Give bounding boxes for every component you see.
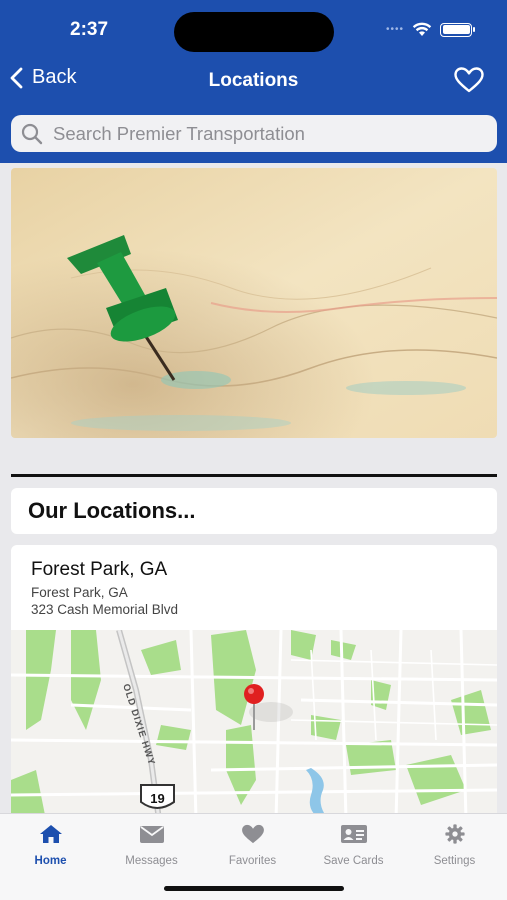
battery-icon [440,22,475,37]
section-title: Our Locations... [28,498,196,523]
nav-bar: Back Locations [0,62,507,100]
home-icon [39,825,62,843]
location-map[interactable]: OLD DIXIE HWY 19 [11,630,497,813]
heart-outline-icon [454,67,484,93]
gear-icon [444,824,465,844]
status-icons: •••• [385,22,475,37]
scroll-content[interactable]: Our Locations... Forest Park, GA Forest … [0,163,507,813]
search-icon [21,123,43,144]
tab-label-favorites: Favorites [228,855,277,867]
location-city: Forest Park, GA [31,585,128,600]
wifi-icon [412,22,432,36]
tab-settings[interactable]: Settings [404,824,505,867]
tab-label-home: Home [34,855,67,867]
route-number: 19 [150,791,164,806]
search-bar[interactable] [11,115,497,152]
favorite-button[interactable] [453,66,485,99]
tab-home[interactable]: Home [0,824,101,867]
home-indicator [164,886,344,891]
status-time: 2:37 [70,19,109,40]
tab-bar: Home Messages Favorites Save Cards Setti… [0,813,507,900]
search-input[interactable] [53,122,473,145]
tab-label-messages: Messages [125,855,178,867]
app-header: 2:37 •••• Back Locations [0,0,507,163]
tab-label-save-cards: Save Cards [323,855,384,867]
id-card-icon [340,825,367,843]
section-title-card: Our Locations... [11,488,497,534]
route-shield-icon: 19 [140,784,175,809]
location-name: Forest Park, GA [31,559,168,580]
page-title: Locations [208,70,299,91]
location-street: 323 Cash Memorial Blvd [31,602,179,617]
hero-map-pin-image [11,168,497,438]
tab-save-cards[interactable]: Save Cards [303,824,404,867]
dynamic-island [174,12,334,52]
tab-label-settings: Settings [433,855,476,867]
section-divider [11,474,497,477]
heart-icon [241,824,264,844]
tab-messages[interactable]: Messages [101,824,202,867]
envelope-icon [139,826,164,843]
location-card[interactable]: Forest Park, GA Forest Park, GA 323 Cash… [11,545,497,630]
tab-favorites[interactable]: Favorites [202,824,303,867]
signal-dots-icon: •••• [385,24,404,35]
